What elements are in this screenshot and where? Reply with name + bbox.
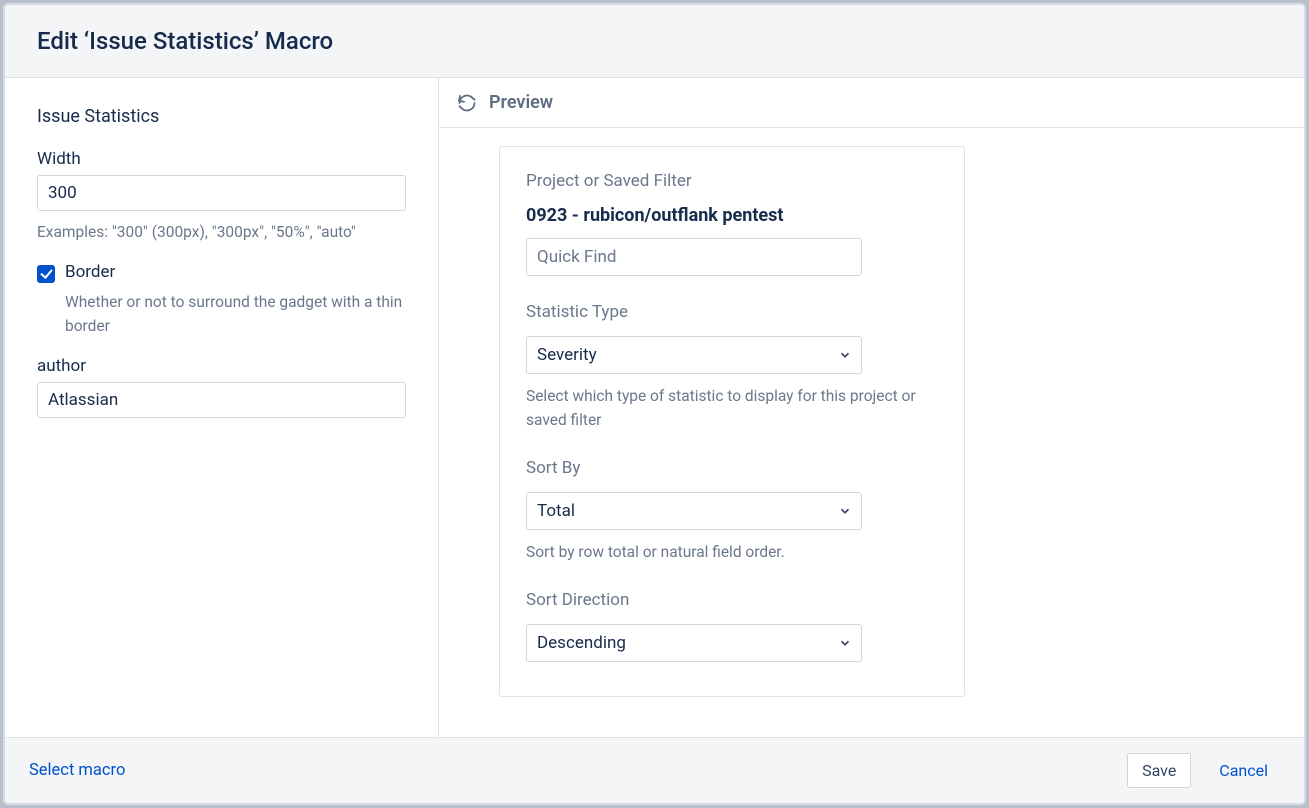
border-hint: Whether or not to surround the gadget wi…	[65, 291, 406, 338]
project-filter-label: Project or Saved Filter	[526, 171, 938, 191]
author-input[interactable]	[37, 382, 406, 418]
border-checkbox[interactable]	[37, 265, 55, 283]
statistic-type-select[interactable]: Severity	[526, 336, 862, 374]
statistic-type-label: Statistic Type	[526, 302, 938, 322]
width-input[interactable]	[37, 175, 406, 211]
project-filter-group: Project or Saved Filter 0923 - rubicon/o…	[526, 171, 938, 276]
dialog-title: Edit ‘Issue Statistics’ Macro	[37, 27, 1272, 55]
macro-edit-dialog: Edit ‘Issue Statistics’ Macro Issue Stat…	[4, 4, 1305, 804]
author-field: author	[37, 356, 406, 418]
width-hint: Examples: "300" (300px), "300px", "50%",…	[37, 221, 406, 244]
select-macro-link[interactable]: Select macro	[27, 755, 127, 786]
border-label: Border	[65, 262, 115, 282]
width-field: Width Examples: "300" (300px), "300px", …	[37, 149, 406, 244]
dialog-header: Edit ‘Issue Statistics’ Macro	[5, 5, 1304, 78]
sort-direction-label: Sort Direction	[526, 590, 938, 610]
width-label: Width	[37, 149, 406, 169]
quick-find-input[interactable]	[526, 238, 862, 276]
author-label: author	[37, 356, 406, 376]
sort-direction-select[interactable]: Descending	[526, 624, 862, 662]
statistic-type-group: Statistic Type Severity Select which typ…	[526, 302, 938, 432]
cancel-button[interactable]: Cancel	[1205, 754, 1282, 787]
border-field: Border Whether or not to surround the ga…	[37, 262, 406, 338]
sort-by-hint: Sort by row total or natural field order…	[526, 540, 938, 564]
save-button[interactable]: Save	[1127, 753, 1191, 788]
preview-header: Preview	[439, 78, 1304, 128]
project-filter-selected: 0923 - rubicon/outflank pentest	[526, 205, 938, 226]
dialog-body: Issue Statistics Width Examples: "300" (…	[5, 78, 1304, 737]
macro-params-panel: Issue Statistics Width Examples: "300" (…	[5, 78, 439, 737]
dialog-footer: Select macro Save Cancel	[5, 737, 1304, 803]
preview-title: Preview	[489, 92, 553, 113]
panel-title: Issue Statistics	[37, 106, 406, 127]
sort-by-group: Sort By Total Sort by row total or natur…	[526, 458, 938, 564]
sort-by-label: Sort By	[526, 458, 938, 478]
sort-direction-group: Sort Direction Descending	[526, 590, 938, 662]
sort-by-select[interactable]: Total	[526, 492, 862, 530]
statistic-type-hint: Select which type of statistic to displa…	[526, 384, 938, 432]
refresh-icon[interactable]	[457, 93, 477, 113]
preview-scroll-area[interactable]: Project or Saved Filter 0923 - rubicon/o…	[439, 128, 1304, 737]
preview-card: Project or Saved Filter 0923 - rubicon/o…	[499, 146, 965, 697]
preview-panel: Preview Project or Saved Filter 0923 - r…	[439, 78, 1304, 737]
